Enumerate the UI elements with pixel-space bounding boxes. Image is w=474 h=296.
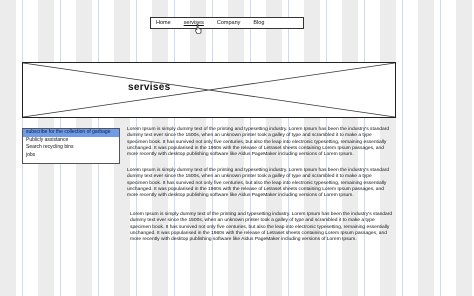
nav-company-link[interactable]: Company — [217, 20, 241, 26]
grid-guide — [402, 0, 403, 296]
menu-item-publicly-assistance[interactable]: Publicly assistance — [23, 137, 119, 145]
menu-item-jobs[interactable]: jobs — [23, 152, 119, 160]
grid-guide — [440, 0, 441, 296]
hand-cursor-icon — [195, 24, 202, 34]
banner-image-placeholder: servises — [22, 62, 396, 118]
grid-column — [418, 0, 434, 296]
nav-blog-link[interactable]: Blog — [253, 20, 264, 26]
banner-title: servises — [128, 82, 171, 93]
content-paragraph: Lorem Ipsum is simply dummy text of the … — [127, 127, 390, 158]
grid-column — [0, 0, 16, 296]
grid-column — [456, 0, 472, 296]
menu-item-subscribe-garbage[interactable]: subscribe for the collection of garbage — [23, 129, 119, 137]
image-placeholder-icon — [23, 63, 395, 117]
side-menu: subscribe for the collection of garbage … — [22, 128, 120, 164]
menu-item-search-recycling-bins[interactable]: Search recycling bins — [23, 144, 119, 152]
content-paragraph: Lorem Ipsum is simply dummy text of the … — [127, 168, 390, 199]
top-navigation: Home servises Company Blog — [150, 17, 304, 29]
nav-home-link[interactable]: Home — [156, 20, 171, 26]
content-paragraph: Lorem Ipsum is simply dummy text of the … — [130, 212, 393, 243]
